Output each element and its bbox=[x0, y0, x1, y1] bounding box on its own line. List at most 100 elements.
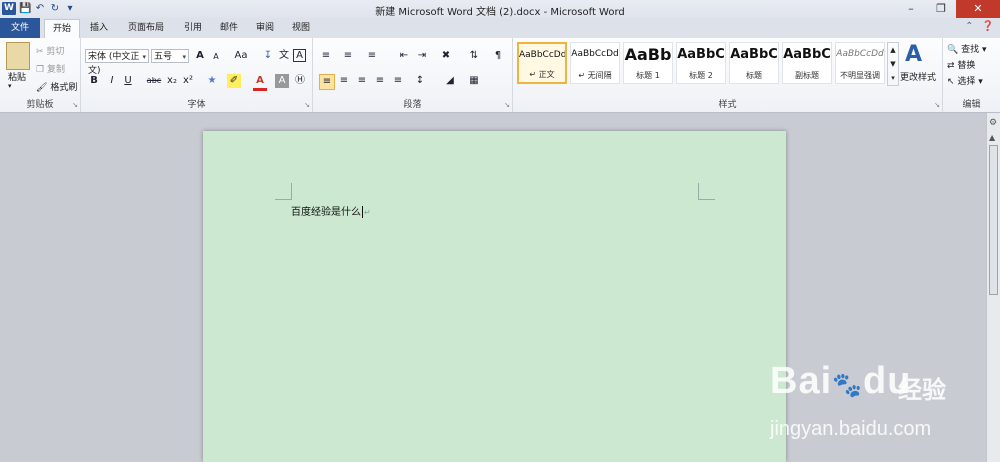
style-subtle-emphasis[interactable]: AaBbCcDd 不明显强调 bbox=[835, 42, 885, 84]
multilevel-list-icon[interactable]: ≡ bbox=[365, 49, 379, 63]
margin-corner-top-left bbox=[275, 183, 292, 200]
text-cursor bbox=[362, 206, 363, 218]
tab-page-layout[interactable]: 页面布局 bbox=[120, 19, 172, 37]
font-color-button[interactable]: A bbox=[253, 74, 267, 91]
watermark-url: jingyan.baidu.com bbox=[770, 418, 932, 440]
styles-launcher-icon[interactable]: ↘ bbox=[934, 101, 940, 109]
highlight-icon[interactable]: ✐ bbox=[227, 74, 241, 88]
clear-format-icon[interactable]: ↧ bbox=[261, 49, 275, 63]
enclose-char-icon[interactable]: Ⓗ bbox=[293, 74, 307, 88]
document-body[interactable]: 百度经验是什么 ↵ bbox=[291, 203, 371, 218]
replace-icon: ⇄ bbox=[947, 61, 955, 71]
paragraph-mark-icon: ↵ bbox=[364, 208, 371, 217]
paragraph-group: ≡ ≡ ≡ ⇤ ⇥ ✖ ⇅ ¶ ≡ ≡ ≡ ≡ ≡ ↕ ◢ ▦ 段落 ↘ bbox=[313, 38, 513, 112]
document-page[interactable]: 百度经验是什么 ↵ bbox=[203, 131, 786, 462]
tab-mailings[interactable]: 邮件 bbox=[214, 19, 244, 37]
cut-button[interactable]: ✂ 剪切 bbox=[36, 44, 64, 57]
copy-icon: ❐ bbox=[36, 65, 45, 75]
format-painter-button[interactable]: 🖌 格式刷 bbox=[36, 80, 77, 93]
clipboard-group: 粘贴 ▾ ✂ 剪切 ❐ 复制 🖌 格式刷 剪贴板 ↘ bbox=[0, 38, 81, 112]
margin-corner-top-right bbox=[698, 183, 715, 200]
font-size-select[interactable]: 五号 ▾ bbox=[151, 49, 189, 63]
watermark-cn-text: 经验 bbox=[898, 376, 946, 404]
char-shading-icon[interactable]: A bbox=[275, 74, 289, 88]
cut-icon: ✂ bbox=[36, 47, 44, 57]
clipboard-group-label: 剪贴板 bbox=[26, 100, 54, 110]
align-left-icon[interactable]: ≡ bbox=[319, 74, 335, 90]
bullets-icon[interactable]: ≡ bbox=[319, 49, 333, 63]
tab-review[interactable]: 审阅 bbox=[250, 19, 280, 37]
tab-home[interactable]: 开始 bbox=[44, 19, 80, 39]
window-title: 新建 Microsoft Word 文档 (2).docx - Microsof… bbox=[375, 7, 625, 18]
paste-dropdown-icon[interactable]: ▾ bbox=[8, 82, 12, 90]
shrink-font-button[interactable]: A bbox=[209, 50, 223, 64]
font-group: 宋体 (中文正文) ▾ 五号 ▾ A A Aa ↧ 文 A B I U abc x₂… bbox=[81, 38, 313, 112]
tab-view[interactable]: 视图 bbox=[286, 19, 316, 37]
numbering-icon[interactable]: ≡ bbox=[341, 49, 355, 63]
text-effect-icon[interactable]: ★ bbox=[205, 74, 219, 88]
ruler-toggle-icon[interactable]: ⚙ bbox=[989, 118, 997, 128]
style-normal[interactable]: AaBbCcDd ↵ 正文 bbox=[517, 42, 567, 84]
copy-button[interactable]: ❐ 复制 bbox=[36, 62, 65, 75]
increase-indent-icon[interactable]: ⇥ bbox=[415, 49, 429, 63]
ribbon-right-controls: ⌃ ❓ bbox=[965, 21, 994, 32]
tab-insert[interactable]: 插入 bbox=[84, 19, 114, 37]
binoculars-icon: 🔍 bbox=[947, 45, 959, 55]
superscript-button[interactable]: x² bbox=[181, 74, 195, 88]
styles-scroll-icon[interactable]: ▲ ▼ ▾ bbox=[887, 42, 899, 86]
ribbon: 粘贴 ▾ ✂ 剪切 ❐ 复制 🖌 格式刷 剪贴板 ↘ 宋体 (中文正文) ▾ 五号… bbox=[0, 38, 1000, 113]
scroll-up-icon[interactable]: ▲ bbox=[989, 133, 995, 142]
change-styles-button[interactable]: 更改样式 bbox=[900, 70, 936, 83]
style-title[interactable]: AaBbC 标题 bbox=[729, 42, 779, 84]
close-button[interactable]: ✕ bbox=[956, 0, 1000, 18]
scrollbar-thumb[interactable] bbox=[989, 145, 998, 295]
paste-icon[interactable] bbox=[6, 42, 30, 70]
minimize-ribbon-icon[interactable]: ⌃ bbox=[965, 21, 973, 32]
sort-icon[interactable]: ⇅ bbox=[467, 49, 481, 63]
phonetic-guide-button[interactable]: 文 bbox=[277, 49, 291, 63]
align-center-icon[interactable]: ≡ bbox=[337, 74, 351, 88]
select-button[interactable]: ↖ 选择 ▾ bbox=[947, 74, 983, 87]
tab-file[interactable]: 文件 bbox=[0, 18, 40, 38]
italic-button[interactable]: I bbox=[105, 74, 119, 88]
vertical-scrollbar[interactable]: ⚙ ▲ bbox=[986, 113, 1000, 462]
replace-button[interactable]: ⇄ 替换 bbox=[947, 58, 975, 71]
strikethrough-button[interactable]: abc bbox=[145, 74, 163, 88]
style-heading-2[interactable]: AaBbC 标题 2 bbox=[676, 42, 726, 84]
tab-references[interactable]: 引用 bbox=[178, 19, 208, 37]
chevron-down-icon: ▾ bbox=[182, 53, 186, 61]
grow-font-button[interactable]: A bbox=[193, 49, 207, 63]
borders-icon[interactable]: ▦ bbox=[467, 74, 481, 88]
document-text[interactable]: 百度经验是什么 bbox=[291, 207, 361, 218]
align-right-icon[interactable]: ≡ bbox=[355, 74, 369, 88]
style-no-spacing[interactable]: AaBbCcDd ↵ 无间隔 bbox=[570, 42, 620, 84]
shading-icon[interactable]: ◢ bbox=[443, 74, 457, 88]
style-subtitle[interactable]: AaBbC 副标题 bbox=[782, 42, 832, 84]
char-border-button[interactable]: A bbox=[293, 49, 306, 62]
minimize-button[interactable]: – bbox=[896, 0, 926, 18]
find-button[interactable]: 🔍 查找 ▾ bbox=[947, 42, 987, 55]
subscript-button[interactable]: x₂ bbox=[165, 74, 179, 88]
decrease-indent-icon[interactable]: ⇤ bbox=[397, 49, 411, 63]
restore-button[interactable]: ❐ bbox=[926, 0, 956, 18]
clipboard-launcher-icon[interactable]: ↘ bbox=[72, 101, 78, 109]
font-group-label: 字体 bbox=[187, 100, 206, 110]
line-spacing-icon[interactable]: ↕ bbox=[413, 74, 427, 88]
distribute-icon[interactable]: ≡ bbox=[391, 74, 405, 88]
paragraph-launcher-icon[interactable]: ↘ bbox=[504, 101, 510, 109]
bold-button[interactable]: B bbox=[87, 74, 101, 88]
style-heading-1[interactable]: AaBb 标题 1 bbox=[623, 42, 673, 84]
editing-group: 🔍 查找 ▾ ⇄ 替换 ↖ 选择 ▾ 编辑 bbox=[943, 38, 1000, 112]
show-marks-icon[interactable]: ¶ bbox=[491, 49, 505, 63]
font-launcher-icon[interactable]: ↘ bbox=[304, 101, 310, 109]
underline-button[interactable]: U bbox=[121, 74, 135, 88]
styles-group-label: 样式 bbox=[718, 100, 737, 110]
change-styles-icon[interactable]: A bbox=[905, 42, 922, 67]
font-family-select[interactable]: 宋体 (中文正文) ▾ bbox=[85, 49, 149, 76]
help-icon[interactable]: ❓ bbox=[982, 21, 994, 32]
chinese-layout-icon[interactable]: ✖ bbox=[439, 49, 453, 63]
change-case-button[interactable]: Aa bbox=[231, 49, 251, 63]
styles-group: AaBbCcDd ↵ 正文 AaBbCcDd ↵ 无间隔 AaBb 标题 1 A… bbox=[513, 38, 943, 112]
watermark-logo: Bai🐾du bbox=[770, 360, 912, 402]
justify-icon[interactable]: ≡ bbox=[373, 74, 387, 88]
